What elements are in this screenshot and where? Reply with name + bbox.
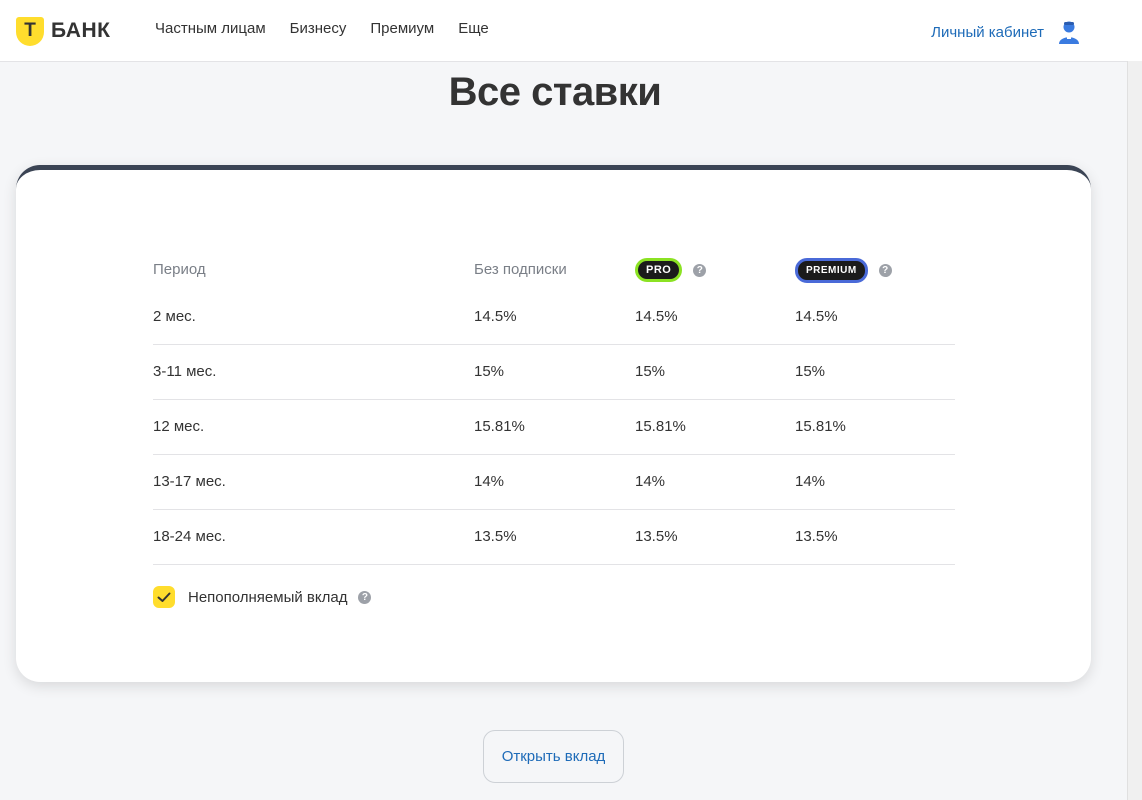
checkmark-icon	[157, 592, 171, 602]
non-replenishable-option: Непополняемый вклад ?	[153, 586, 372, 608]
table-row: 3-11 мес. 15% 15% 15%	[153, 345, 955, 400]
page-scrollbar[interactable]	[1127, 61, 1142, 800]
header-period: Период	[153, 261, 206, 278]
non-replenishable-help-icon[interactable]: ?	[358, 590, 372, 604]
nav-item-more[interactable]: Еще	[458, 20, 489, 37]
logo-shield-icon: Т	[16, 16, 44, 46]
cell-no-subscription: 14.5%	[474, 308, 517, 325]
header-no-subscription: Без подписки	[474, 261, 567, 278]
header: Т БАНК Частным лицам Бизнесу Премиум Еще…	[0, 0, 1142, 62]
user-icon	[1059, 21, 1079, 44]
cell-no-subscription: 13.5%	[474, 528, 517, 545]
nav-item-business[interactable]: Бизнесу	[290, 20, 347, 37]
page-title: Все ставки	[448, 70, 662, 114]
non-replenishable-label[interactable]: Непополняемый вклад	[188, 589, 347, 606]
cell-premium: 15%	[795, 363, 826, 380]
cell-premium: 13.5%	[795, 528, 838, 545]
table-row: 18-24 мес. 13.5% 13.5% 13.5%	[153, 510, 955, 565]
logo-letter: Т	[24, 19, 36, 41]
cell-pro: 13.5%	[635, 528, 678, 545]
nav-item-premium[interactable]: Премиум	[370, 20, 434, 37]
cell-period: 12 мес.	[153, 418, 205, 435]
cell-no-subscription: 14%	[474, 473, 505, 490]
pro-badge: PRO	[635, 258, 683, 282]
main-nav: Частным лицам Бизнесу Премиум Еще	[155, 20, 513, 37]
table-row: 13-17 мес. 14% 14% 14%	[153, 455, 955, 510]
cell-period: 18-24 мес.	[153, 528, 226, 545]
logo-text: БАНК	[51, 19, 111, 42]
account-label: Личный кабинет	[931, 23, 1044, 41]
cell-period: 2 мес.	[153, 308, 196, 325]
cell-period: 3-11 мес.	[153, 363, 217, 380]
cell-no-subscription: 15%	[474, 363, 505, 380]
cell-premium: 14%	[795, 473, 826, 490]
cell-period: 13-17 мес.	[153, 473, 226, 490]
header-premium: PREMIUM ?	[795, 258, 892, 283]
table-row: 2 мес. 14.5% 14.5% 14.5%	[153, 294, 955, 345]
pro-help-icon[interactable]: ?	[693, 263, 707, 277]
cell-pro: 15.81%	[635, 418, 686, 435]
table-header: Период Без подписки PRO ? PREMIUM ?	[153, 252, 955, 294]
account-link[interactable]: Личный кабинет	[931, 20, 1080, 44]
rates-table: Период Без подписки PRO ? PREMIUM ? 2 ме…	[153, 252, 955, 565]
cell-pro: 15%	[635, 363, 666, 380]
cell-pro: 14%	[635, 473, 666, 490]
table-row: 12 мес. 15.81% 15.81% 15.81%	[153, 400, 955, 455]
header-pro: PRO ?	[635, 258, 707, 282]
non-replenishable-checkbox[interactable]	[153, 586, 175, 608]
rates-card: Период Без подписки PRO ? PREMIUM ? 2 ме…	[16, 165, 1091, 682]
bank-logo[interactable]: Т БАНК	[16, 16, 110, 46]
cell-premium: 15.81%	[795, 418, 846, 435]
open-deposit-button[interactable]: Открыть вклад	[483, 730, 624, 783]
cell-premium: 14.5%	[795, 308, 838, 325]
nav-item-individuals[interactable]: Частным лицам	[155, 20, 266, 37]
premium-help-icon[interactable]: ?	[878, 264, 892, 277]
premium-badge: PREMIUM	[795, 258, 868, 283]
cell-pro: 14.5%	[635, 308, 678, 325]
cell-no-subscription: 15.81%	[474, 418, 525, 435]
